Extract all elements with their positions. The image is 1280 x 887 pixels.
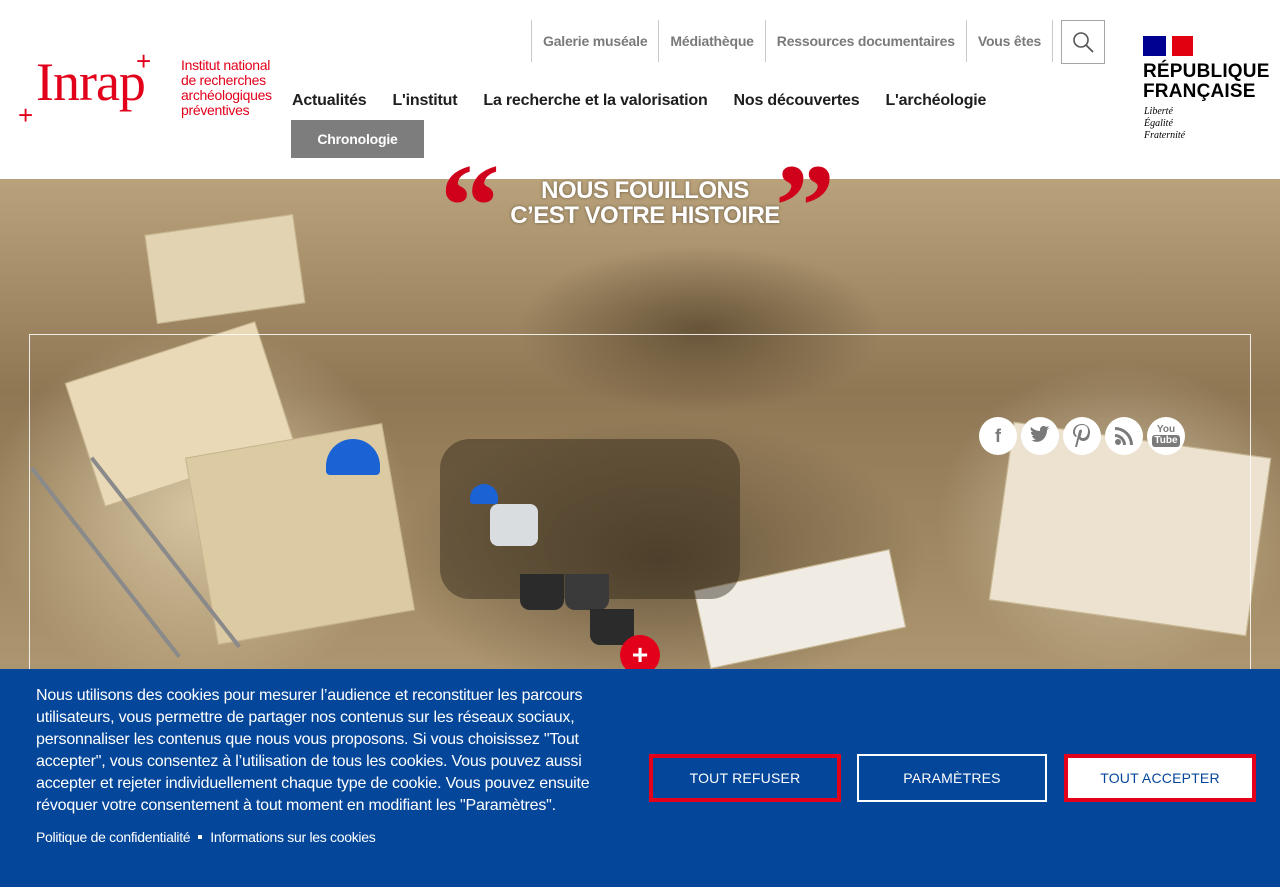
logo-plus-icon: +: [18, 100, 34, 130]
rss-icon[interactable]: [1105, 417, 1143, 455]
inrap-logo[interactable]: + Inrap + Institut national de recherche…: [18, 48, 278, 132]
separator-dot: [198, 835, 203, 839]
facebook-icon[interactable]: f: [979, 417, 1017, 455]
mainnav-actualites[interactable]: Actualités: [292, 92, 367, 110]
cookie-text: Nous utilisons des cookies pour mesurer …: [36, 687, 590, 814]
logo-word: Inrap: [36, 52, 146, 112]
twitter-bird-icon: [1030, 426, 1050, 442]
chronologie-button[interactable]: Chronologie: [291, 120, 424, 158]
page: + Inrap + Institut national de recherche…: [0, 0, 1280, 887]
rf-line: FRANÇAISE: [1143, 81, 1256, 102]
mainnav-recherche[interactable]: La recherche et la valorisation: [483, 92, 707, 110]
logo-tagline: Institut national de recherches archéolo…: [181, 58, 272, 118]
quote-line-2: C’EST VOTRE HISTOIRE: [510, 202, 780, 229]
rf-line: RÉPUBLIQUE: [1143, 61, 1270, 82]
social-links: f You Tube: [979, 417, 1185, 455]
logo-tagline-line: Institut national: [181, 57, 271, 73]
rf-motto-line: Fraternité: [1144, 130, 1186, 141]
twitter-icon[interactable]: [1021, 417, 1059, 455]
rf-motto-line: Liberté: [1144, 106, 1173, 117]
main-navigation: Actualités L'institut La recherche et la…: [292, 92, 1012, 110]
topnav-mediatheque[interactable]: Médiathèque: [658, 20, 764, 62]
refuse-all-button[interactable]: TOUT REFUSER: [649, 754, 841, 802]
logo-tagline-line: archéologiques: [181, 87, 272, 103]
rf-motto-line: Égalité: [1144, 118, 1173, 129]
pinterest-p-icon: [1073, 424, 1090, 447]
rf-motto: Liberté Égalité Fraternité: [1144, 106, 1185, 142]
mainnav-decouvertes[interactable]: Nos découvertes: [734, 92, 860, 110]
top-navigation: Galerie muséale Médiathèque Ressources d…: [531, 20, 1091, 62]
topnav-ressources[interactable]: Ressources documentaires: [764, 20, 966, 62]
quote-line-1: NOUS FOUILLONS: [541, 177, 749, 204]
cookie-links: Politique de confidentialité Information…: [36, 829, 376, 845]
rss-feed-icon: [1115, 427, 1133, 445]
mainnav-institut[interactable]: L'institut: [392, 92, 457, 110]
privacy-policy-link[interactable]: Politique de confidentialité: [36, 829, 191, 845]
search-icon: [1073, 32, 1094, 53]
accept-all-button[interactable]: TOUT ACCEPTER: [1064, 754, 1256, 802]
cookie-banner: Nous utilisons des cookies pour mesurer …: [0, 669, 1280, 887]
marianne-flag-icon: [1143, 36, 1193, 56]
logo-tagline-line: préventives: [181, 102, 250, 118]
topnav-vous-etes[interactable]: Vous êtes: [965, 20, 1052, 62]
cookie-settings-button[interactable]: PARAMÈTRES: [857, 754, 1047, 802]
search-button[interactable]: [1061, 20, 1105, 64]
stone-block: [144, 213, 306, 325]
logo-tagline-line: de recherches: [181, 72, 266, 88]
republique-francaise-logo[interactable]: RÉPUBLIQUE FRANÇAISE Liberté Égalité Fra…: [1143, 36, 1270, 146]
republique-francaise-text: RÉPUBLIQUE FRANÇAISE: [1143, 62, 1270, 102]
pinterest-icon[interactable]: [1063, 417, 1101, 455]
youtube-icon[interactable]: You Tube: [1147, 417, 1185, 455]
cookie-info-link[interactable]: Informations sur les cookies: [210, 829, 375, 845]
topnav-galerie[interactable]: Galerie muséale: [531, 20, 658, 62]
mainnav-archeologie[interactable]: L'archéologie: [885, 92, 986, 110]
